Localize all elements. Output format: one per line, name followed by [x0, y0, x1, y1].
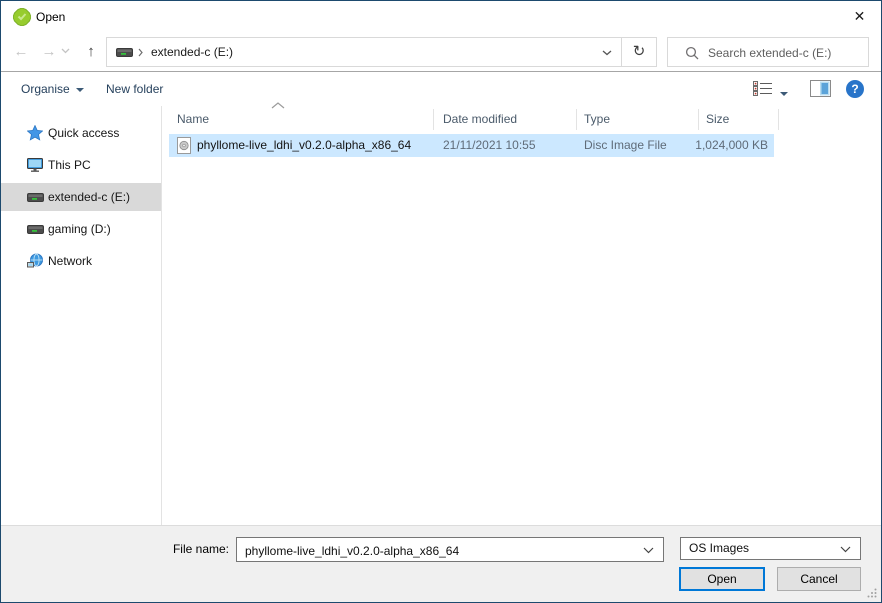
column-header-size[interactable]: Size	[706, 106, 729, 133]
sidebar-item-this-pc[interactable]: This PC	[1, 151, 161, 179]
column-separator[interactable]	[576, 109, 577, 130]
quick-access-star-icon	[27, 125, 43, 141]
new-folder-label: New folder	[106, 82, 163, 96]
column-header-name[interactable]: Name	[177, 106, 209, 133]
open-button[interactable]: Open	[679, 567, 765, 591]
this-pc-monitor-icon	[27, 157, 43, 173]
up-button[interactable]: ↑	[79, 41, 103, 63]
window-title: Open	[36, 1, 65, 33]
organise-button[interactable]: Organise	[21, 72, 84, 106]
file-type-dropdown-chevron-icon	[840, 546, 851, 553]
file-name-combobox	[236, 537, 664, 562]
column-header-type[interactable]: Type	[584, 106, 610, 133]
breadcrumb-location[interactable]: extended-c (E:)	[151, 38, 233, 66]
drive-icon	[27, 193, 44, 202]
back-button[interactable]: ←	[9, 41, 33, 63]
file-size: 1,024,000 KB	[695, 134, 768, 157]
sidebar-item-quick-access[interactable]: Quick access	[1, 119, 161, 147]
breadcrumb-chevron-icon	[138, 48, 143, 57]
recent-locations-chevron-icon[interactable]	[61, 48, 70, 54]
file-date-modified: 21/11/2021 10:55	[443, 134, 536, 157]
footer: File name: OS Images Open Cancel	[1, 525, 881, 602]
organise-label: Organise	[21, 82, 70, 96]
address-dropdown-button[interactable]	[593, 38, 621, 66]
search-icon	[685, 46, 699, 60]
file-name-dropdown-chevron-icon[interactable]	[643, 547, 654, 554]
details-view-icon	[754, 82, 773, 96]
refresh-button[interactable]: ↻	[622, 37, 657, 67]
disc-image-file-icon	[177, 137, 191, 154]
column-header-date-modified[interactable]: Date modified	[443, 106, 517, 133]
organise-caret-icon	[76, 88, 84, 92]
titlebar: Open ✕	[1, 1, 881, 33]
sidebar-item-network[interactable]: Network	[1, 247, 161, 275]
drive-icon	[116, 47, 133, 58]
cancel-button[interactable]: Cancel	[777, 567, 861, 591]
app-icon	[13, 8, 31, 26]
command-toolbar: Organise New folder	[1, 71, 881, 106]
resize-grip[interactable]	[867, 588, 877, 598]
change-view-button[interactable]	[753, 81, 773, 96]
refresh-icon: ↻	[633, 43, 646, 60]
chevron-down-icon	[780, 92, 788, 96]
help-icon: ?	[851, 82, 858, 96]
chevron-down-icon	[602, 50, 612, 56]
forward-button[interactable]: →	[37, 41, 61, 63]
preview-pane-button[interactable]	[810, 80, 831, 97]
sort-ascending-icon	[271, 102, 285, 109]
column-separator[interactable]	[698, 109, 699, 130]
address-bar[interactable]: extended-c (E:)	[106, 37, 622, 67]
view-options-caret-button[interactable]	[780, 86, 788, 100]
file-type-select[interactable]: OS Images	[680, 537, 861, 560]
forward-icon: →	[42, 43, 57, 60]
drive-icon	[27, 225, 44, 234]
new-folder-button[interactable]: New folder	[106, 72, 163, 106]
column-separator[interactable]	[433, 109, 434, 130]
up-icon: ↑	[87, 43, 95, 60]
file-row-selected[interactable]: phyllome-live_ldhi_v0.2.0-alpha_x86_64 2…	[169, 134, 774, 157]
back-icon: ←	[14, 43, 29, 60]
file-name-label: File name:	[141, 538, 229, 561]
sidebar-item-extended-c[interactable]: extended-c (E:)	[1, 183, 161, 211]
search-input[interactable]	[706, 40, 866, 66]
file-type: Disc Image File	[584, 134, 667, 157]
column-separator[interactable]	[778, 109, 779, 130]
open-dialog: Open ✕ ← → ↑ extended-c (E:) ↻	[0, 0, 882, 603]
search-box	[667, 37, 869, 67]
network-icon	[27, 253, 43, 269]
close-button[interactable]: ✕	[838, 1, 881, 32]
file-type-value: OS Images	[689, 538, 749, 559]
sidebar-divider	[161, 106, 162, 525]
file-name-input[interactable]	[243, 540, 637, 561]
sidebar-item-gaming-d[interactable]: gaming (D:)	[1, 215, 161, 243]
close-icon: ✕	[854, 8, 866, 24]
file-name: phyllome-live_ldhi_v0.2.0-alpha_x86_64	[197, 134, 411, 157]
preview-pane-icon	[811, 81, 831, 97]
help-button[interactable]: ?	[846, 80, 864, 98]
